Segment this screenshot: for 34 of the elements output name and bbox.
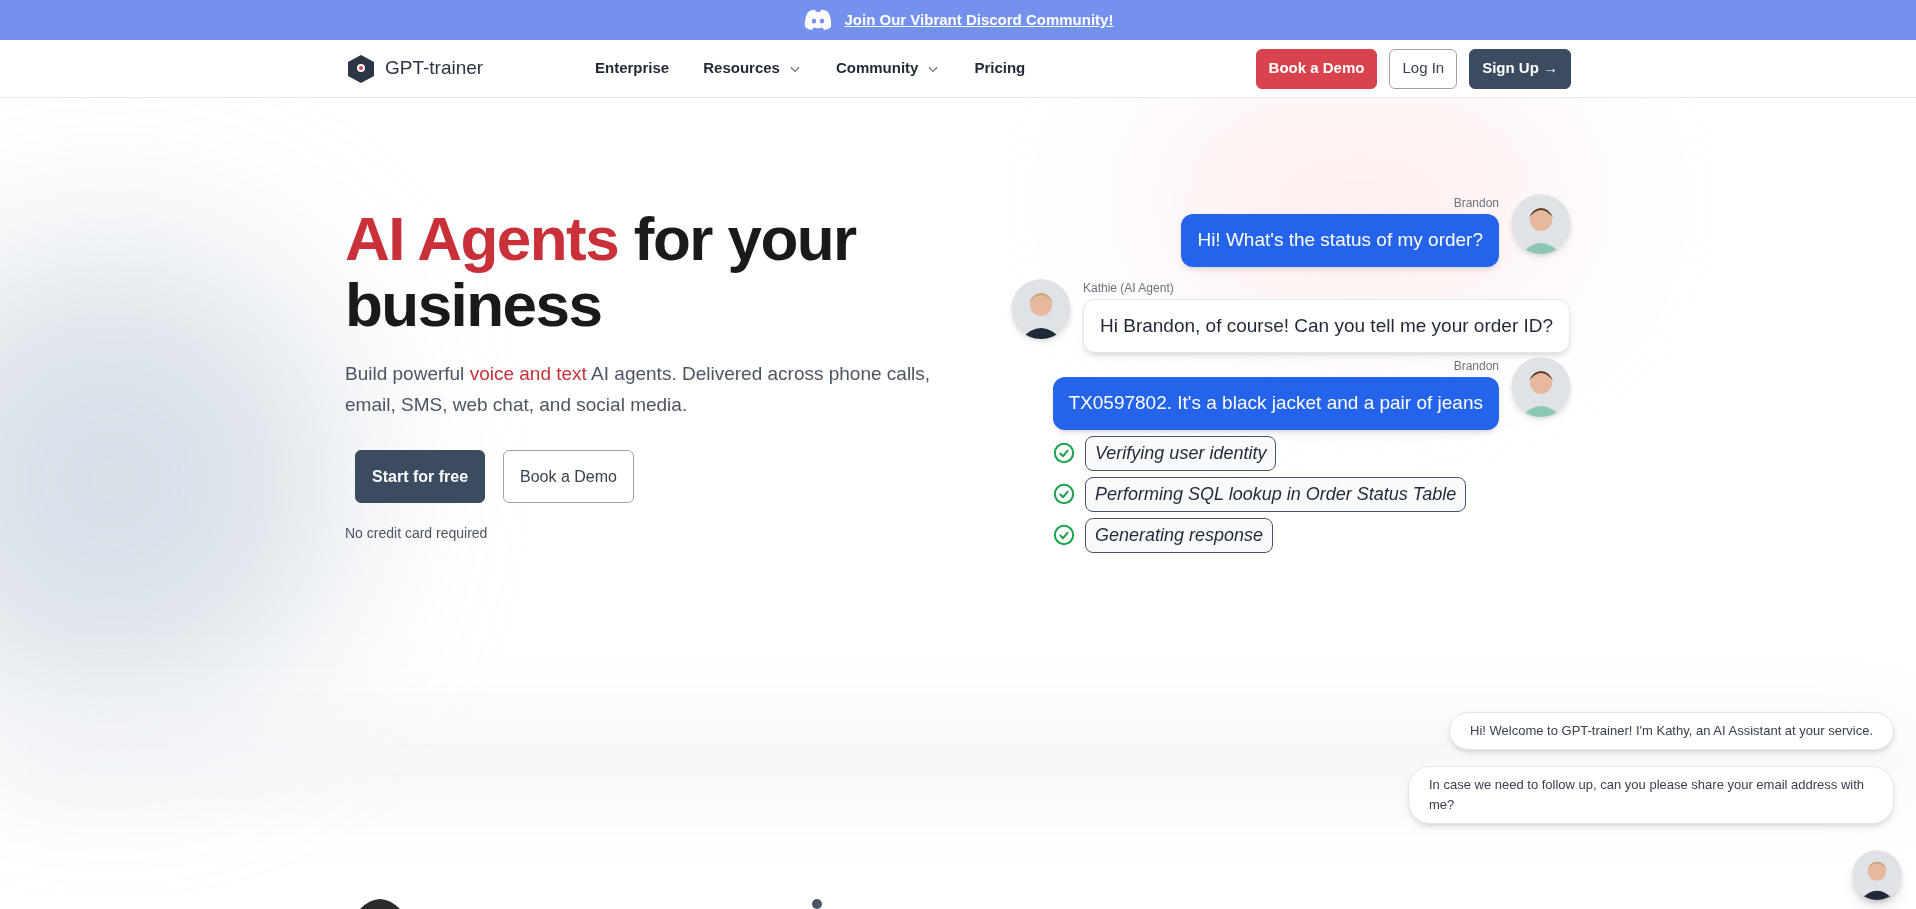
step-pill: Verifying user identity <box>1085 435 1277 471</box>
widget-message: In case we need to follow up, can you please share your email address with me? <box>1408 766 1894 824</box>
nav-link[interactable]: Resources <box>703 57 802 80</box>
nav-link[interactable]: Community <box>835 57 941 80</box>
widget-message: Hi! Welcome to GPT-trainer! I'm Kathy, an AI Assistant at your service. <box>1449 712 1894 750</box>
nav-button[interactable]: Book a Demo <box>1255 48 1378 89</box>
sender-name: Brandon <box>1453 358 1499 375</box>
nav-button[interactable]: Sign Up → <box>1469 48 1571 89</box>
avatar <box>1511 194 1571 254</box>
hero-title: AI Agents for your business <box>345 206 858 338</box>
hero-button[interactable]: Start for free <box>355 450 486 503</box>
no-card-note: No credit card required <box>345 524 489 543</box>
nav-link[interactable]: Enterprise <box>595 57 670 80</box>
check-circle-icon <box>1053 524 1075 546</box>
avatar <box>1852 850 1902 900</box>
nav-link[interactable]: Pricing <box>974 57 1026 80</box>
agent-message: Hi Brandon, of course! Can you tell me your order ID? <box>1083 298 1571 353</box>
user-message: TX0597802. It's a black jacket and a pair of jeans <box>1052 377 1499 430</box>
chat-launcher-button[interactable] <box>1852 850 1902 900</box>
sender-name: Kathie (AI Agent) <box>1083 279 1174 297</box>
step-pill: Performing SQL lookup in Order Status Table <box>1085 476 1467 512</box>
avatar <box>1511 357 1571 417</box>
logo-icon <box>345 52 377 85</box>
discord-icon <box>802 9 833 31</box>
nav-button[interactable]: Log In <box>1389 48 1458 89</box>
hero-subtitle: Build powerful voice and text AI agents. Delivered across phone calls, email, SMS, web chat, and social media. <box>345 362 932 417</box>
sender-name: Brandon <box>1453 195 1499 212</box>
check-circle-icon <box>1053 483 1075 505</box>
brand-name: GPT-trainer <box>385 56 484 81</box>
step-pill: Generating response <box>1085 517 1274 553</box>
hero-button[interactable]: Book a Demo <box>503 450 634 503</box>
user-message: Hi! What's the status of my order? <box>1181 214 1499 267</box>
check-circle-icon <box>1053 442 1075 464</box>
avatar <box>1011 278 1071 339</box>
